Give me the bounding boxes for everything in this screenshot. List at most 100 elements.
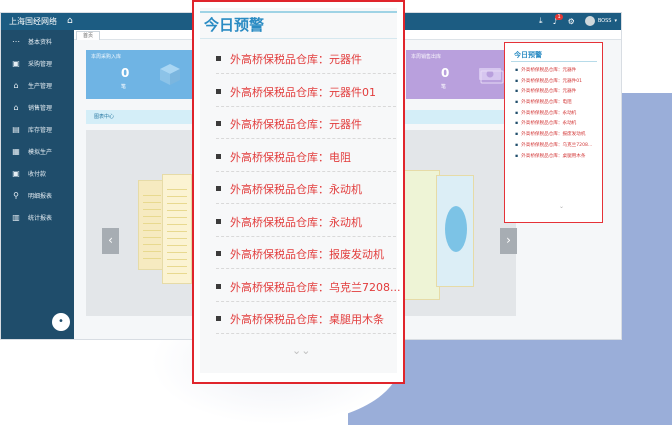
alert-list: 外高桥保税品仓库：元器件外高桥保税品仓库：元器件01外高桥保税品仓库：元器件外高… bbox=[515, 67, 601, 163]
alert-item[interactable]: 外高桥保税品仓库：元器件 bbox=[216, 113, 396, 146]
sidebar-menu: ⋯ 基本资料 ▣ 采购管理 ⌂ 生产管理 ⌂ 销售管理 ▤ 库存管理 ▦ 模拟生产 ▣ 收付款 ⚲ 明细报表 ▥… bbox=[1, 30, 74, 228]
alert-item[interactable]: 外高桥保税品仓库：永动机 bbox=[515, 110, 601, 121]
download-icon[interactable]: ⤓ bbox=[539, 16, 543, 26]
alert-panel-small: 今日预警 外高桥保税品仓库：元器件外高桥保税品仓库：元器件01外高桥保税品仓库：… bbox=[504, 42, 603, 223]
sidebar-item[interactable]: ⌂ 销售管理 bbox=[1, 96, 74, 118]
avatar bbox=[584, 16, 595, 26]
card-title: 本周采购入库 bbox=[91, 54, 122, 60]
alert-item-text: 外高桥保税品仓库：元器件 bbox=[230, 118, 362, 131]
alert-panel-title: 今日预警 bbox=[514, 51, 542, 59]
inventory-icon: ▤ bbox=[12, 124, 20, 134]
alert-item-text: 外高桥保税品仓库：永动机 bbox=[230, 215, 362, 229]
tab-home[interactable]: 首页 bbox=[76, 31, 101, 40]
divider bbox=[216, 235, 396, 237]
alert-item[interactable]: 外高桥保税品仓库：元器件 bbox=[515, 67, 601, 78]
alert-item[interactable]: 外高桥保税品仓库：电阻 bbox=[216, 146, 396, 179]
divider bbox=[216, 333, 396, 334]
alert-item[interactable]: 外高桥保税品仓库：元器件 bbox=[515, 88, 601, 99]
divider bbox=[511, 61, 597, 62]
divider bbox=[200, 38, 397, 39]
chevron-down-icon[interactable]: ⌄ bbox=[559, 203, 564, 210]
divider bbox=[216, 300, 396, 302]
payment-icon: ▣ bbox=[12, 168, 20, 178]
alert-item[interactable]: 外高桥保税品仓库：永动机 bbox=[515, 120, 601, 131]
alert-item[interactable]: 外高桥保税品仓库：桌腿用木条 bbox=[515, 153, 601, 164]
card-unit: 笔 bbox=[121, 84, 127, 90]
sidebar-item-label: 基本资料 bbox=[28, 38, 53, 46]
user-menu[interactable]: BOSS ▾ bbox=[584, 16, 617, 26]
sidebar-item[interactable]: ▣ 采购管理 bbox=[1, 52, 74, 74]
sidebar-item-label: 收付款 bbox=[28, 170, 47, 178]
alert-item[interactable]: 外高桥保税品仓库：报废发动机 bbox=[515, 131, 601, 142]
alert-item-text: 外高桥保税品仓库：元器件01 bbox=[230, 85, 376, 99]
sales-stat-card[interactable]: 本周销售出库 0 笔 bbox=[406, 50, 516, 99]
sidebar-item[interactable]: ⋯ 基本资料 bbox=[1, 30, 74, 52]
user-name: BOSS bbox=[597, 18, 612, 24]
carousel-prev-button[interactable]: ‹ bbox=[102, 228, 119, 254]
divider bbox=[216, 73, 396, 74]
sidebar-item-label: 模拟生产 bbox=[28, 148, 53, 156]
alert-item-text: 外高桥保税品仓库：元器件 bbox=[230, 53, 362, 66]
sidebar-item[interactable]: ▥ 统计报表 bbox=[1, 206, 74, 228]
card-title: 本周销售出库 bbox=[411, 54, 442, 60]
bullet-icon bbox=[216, 316, 221, 321]
purchase-stat-card[interactable]: 本周采购入库 0 笔 bbox=[86, 50, 196, 99]
home-icon[interactable]: ⌂ bbox=[67, 16, 73, 26]
bullet-icon bbox=[216, 153, 221, 159]
caret-down-icon: ▾ bbox=[614, 18, 617, 24]
bullet-icon bbox=[216, 121, 221, 126]
double-chevron-down-icon[interactable]: ⌄⌄ bbox=[292, 344, 310, 357]
card-value: 0 bbox=[441, 66, 450, 80]
sidebar-item-label: 销售管理 bbox=[28, 104, 53, 112]
settings-icon[interactable]: ⚙ bbox=[568, 17, 575, 26]
sidebar-item[interactable]: ⌂ 生产管理 bbox=[1, 74, 74, 96]
sidebar-item-label: 明细报表 bbox=[28, 192, 53, 200]
sidebar-item[interactable]: ⚲ 明细报表 bbox=[1, 184, 74, 206]
app-title: 上海国经网络 bbox=[9, 17, 57, 26]
carousel-next-button[interactable]: › bbox=[500, 228, 517, 254]
divider bbox=[216, 268, 396, 269]
divider bbox=[216, 170, 396, 172]
box-icon bbox=[160, 64, 180, 85]
cart-icon: ▣ bbox=[12, 58, 20, 68]
sidebar-item-label: 统计报表 bbox=[28, 214, 53, 222]
alert-item[interactable]: 外高桥保税品仓库：乌克兰7208... bbox=[216, 276, 400, 309]
stage: 上海国经网络 ⌂ ⤓ ♪ 1 ⚙ BOSS ▾ ⋯ 基本资料 ▣ 采购管理 ⌂ 生产管理 ⌂ 销… bbox=[0, 0, 672, 425]
alert-panel-body: 今日预警 外高桥保税品仓库：元器件 外高桥保税品仓库：元器件01 外高桥保税品仓库：… bbox=[200, 8, 400, 373]
sidebar-item-label: 生产管理 bbox=[28, 82, 53, 90]
notification-badge: 1 bbox=[555, 13, 563, 20]
divider bbox=[216, 105, 396, 107]
chart-thumbnail[interactable] bbox=[436, 175, 474, 287]
divider bbox=[216, 203, 396, 204]
sidebar-item[interactable]: ▣ 收付款 bbox=[1, 162, 74, 184]
alert-item[interactable]: 外高桥保税品仓库：元器件 bbox=[216, 48, 396, 81]
sidebar-item[interactable]: ▤ 库存管理 bbox=[1, 118, 74, 140]
alert-item-text: 外高桥保税品仓库：乌克兰7208... bbox=[230, 280, 401, 294]
alert-item-text: 外高桥保税品仓库：报废发动机 bbox=[230, 248, 384, 261]
alert-item-text: 外高桥保税品仓库：桌腿用木条 bbox=[230, 313, 384, 326]
sidebar-toggle-button[interactable]: • bbox=[52, 313, 70, 331]
sidebar-item[interactable]: ▦ 模拟生产 bbox=[1, 140, 74, 162]
divider bbox=[200, 11, 397, 13]
alert-list: 外高桥保税品仓库：元器件外高桥保税品仓库：元器件01外高桥保税品仓库：元器件外高… bbox=[216, 48, 400, 341]
money-icon bbox=[479, 68, 504, 84]
report-thumbnail[interactable] bbox=[402, 170, 440, 300]
alert-item[interactable]: 外高桥保税品仓库：电阻 bbox=[515, 99, 601, 110]
calendar-icon: ▦ bbox=[12, 146, 20, 156]
section-title: 图表中心 bbox=[94, 114, 115, 120]
alert-item[interactable]: 外高桥保税品仓库：桌腿用木条 bbox=[216, 308, 396, 341]
alert-item[interactable]: 外高桥保税品仓库：元器件01 bbox=[515, 78, 601, 89]
alert-item[interactable]: 外高桥保税品仓库：报废发动机 bbox=[216, 243, 396, 276]
card-unit: 笔 bbox=[441, 84, 447, 90]
report-thumbnail[interactable] bbox=[162, 174, 192, 284]
alert-item[interactable]: 外高桥保税品仓库：永动机 bbox=[216, 211, 396, 244]
search-icon: ⚲ bbox=[13, 190, 19, 200]
sidebar: ⋯ 基本资料 ▣ 采购管理 ⌂ 生产管理 ⌂ 销售管理 ▤ 库存管理 ▦ 模拟生产 ▣ 收付款 ⚲ 明细报表 ▥… bbox=[1, 30, 74, 339]
alert-item[interactable]: 外高桥保税品仓库：永动机 bbox=[216, 178, 396, 211]
menu-icon: ⋯ bbox=[12, 36, 20, 46]
alert-item[interactable]: 外高桥保税品仓库：乌克兰7208... bbox=[515, 142, 601, 153]
notification-icon[interactable]: ♪ 1 bbox=[553, 13, 563, 26]
alert-item[interactable]: 外高桥保税品仓库：元器件01 bbox=[216, 81, 396, 114]
stats-icon: ▥ bbox=[12, 212, 20, 222]
bullet-icon bbox=[216, 283, 221, 289]
